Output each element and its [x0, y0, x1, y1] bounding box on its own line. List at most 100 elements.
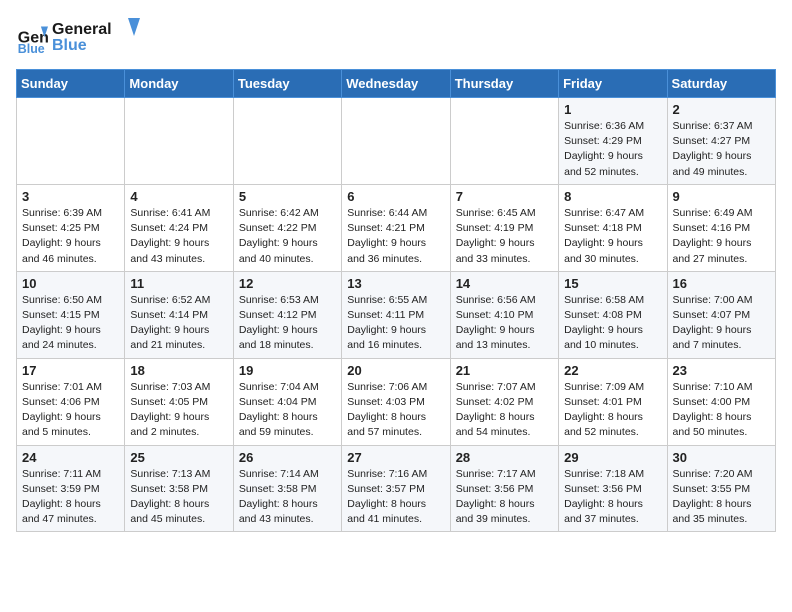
col-header-monday: Monday — [125, 70, 233, 98]
day-cell — [17, 98, 125, 185]
day-cell: 26Sunrise: 7:14 AMSunset: 3:58 PMDayligh… — [233, 445, 341, 532]
day-detail: Sunrise: 7:04 AMSunset: 4:04 PMDaylight:… — [239, 380, 336, 441]
svg-text:Blue: Blue — [52, 37, 87, 54]
day-cell: 24 Sunrise: 7:11 AMSunset: 3:59 PMDayligh… — [17, 445, 125, 532]
day-number: 2 — [673, 102, 770, 117]
day-number: 5 — [239, 189, 336, 204]
week-row-1: 1 Sunrise: 6:36 AMSunset: 4:29 PMDaylight… — [17, 98, 776, 185]
day-cell: 6 Sunrise: 6:44 AMSunset: 4:21 PMDaylight… — [342, 184, 450, 271]
day-number: 20 — [347, 363, 444, 378]
day-cell — [450, 98, 558, 185]
day-detail: Sunrise: 7:11 AMSunset: 3:59 PMDaylight:… — [22, 467, 119, 528]
day-detail: Sunrise: 6:52 AMSunset: 4:14 PMDaylight:… — [130, 293, 227, 354]
day-cell: 14 Sunrise: 6:56 AMSunset: 4:10 PMDayligh… — [450, 271, 558, 358]
day-cell: 18Sunrise: 7:03 AMSunset: 4:05 PMDayligh… — [125, 358, 233, 445]
day-number: 17 — [22, 363, 119, 378]
day-detail: Sunrise: 7:16 AMSunset: 3:57 PMDaylight:… — [347, 467, 444, 528]
day-number: 21 — [456, 363, 553, 378]
day-detail: Sunrise: 7:17 AMSunset: 3:56 PMDaylight:… — [456, 467, 553, 528]
day-cell: 15 Sunrise: 6:58 AMSunset: 4:08 PMDayligh… — [559, 271, 667, 358]
day-detail: Sunrise: 6:45 AMSunset: 4:19 PMDaylight:… — [456, 206, 553, 267]
day-number: 18 — [130, 363, 227, 378]
day-detail: Sunrise: 6:58 AMSunset: 4:08 PMDaylight:… — [564, 293, 661, 354]
calendar-table: SundayMondayTuesdayWednesdayThursdayFrid… — [16, 69, 776, 532]
day-detail: Sunrise: 7:18 AMSunset: 3:56 PMDaylight:… — [564, 467, 661, 528]
day-cell: 27 Sunrise: 7:16 AMSunset: 3:57 PMDayligh… — [342, 445, 450, 532]
day-detail: Sunrise: 7:01 AMSunset: 4:06 PMDaylight:… — [22, 380, 119, 441]
day-detail: Sunrise: 7:06 AMSunset: 4:03 PMDaylight:… — [347, 380, 444, 441]
day-cell: 30Sunrise: 7:20 AMSunset: 3:55 PMDayligh… — [667, 445, 775, 532]
day-cell: 21Sunrise: 7:07 AMSunset: 4:02 PMDayligh… — [450, 358, 558, 445]
logo-icon: General Blue — [16, 23, 48, 55]
day-detail: Sunrise: 6:44 AMSunset: 4:21 PMDaylight:… — [347, 206, 444, 267]
week-row-4: 17 Sunrise: 7:01 AMSunset: 4:06 PMDayligh… — [17, 358, 776, 445]
day-number: 13 — [347, 276, 444, 291]
day-number: 1 — [564, 102, 661, 117]
day-number: 3 — [22, 189, 119, 204]
day-number: 28 — [456, 450, 553, 465]
day-detail: Sunrise: 6:42 AMSunset: 4:22 PMDaylight:… — [239, 206, 336, 267]
day-cell: 2 Sunrise: 6:37 AMSunset: 4:27 PMDaylight… — [667, 98, 775, 185]
day-detail: Sunrise: 6:39 AMSunset: 4:25 PMDaylight:… — [22, 206, 119, 267]
day-detail: Sunrise: 6:36 AMSunset: 4:29 PMDaylight:… — [564, 119, 661, 180]
day-detail: Sunrise: 6:56 AMSunset: 4:10 PMDaylight:… — [456, 293, 553, 354]
logo-svg: General Blue — [52, 16, 142, 56]
day-cell: 9 Sunrise: 6:49 AMSunset: 4:16 PMDaylight… — [667, 184, 775, 271]
day-number: 24 — [22, 450, 119, 465]
day-cell: 12 Sunrise: 6:53 AMSunset: 4:12 PMDayligh… — [233, 271, 341, 358]
day-detail: Sunrise: 7:13 AMSunset: 3:58 PMDaylight:… — [130, 467, 227, 528]
week-row-2: 3 Sunrise: 6:39 AMSunset: 4:25 PMDaylight… — [17, 184, 776, 271]
day-detail: Sunrise: 6:41 AMSunset: 4:24 PMDaylight:… — [130, 206, 227, 267]
day-detail: Sunrise: 7:10 AMSunset: 4:00 PMDaylight:… — [673, 380, 770, 441]
day-number: 25 — [130, 450, 227, 465]
day-cell: 20 Sunrise: 7:06 AMSunset: 4:03 PMDayligh… — [342, 358, 450, 445]
day-cell: 23 Sunrise: 7:10 AMSunset: 4:00 PMDayligh… — [667, 358, 775, 445]
col-header-friday: Friday — [559, 70, 667, 98]
day-cell: 5 Sunrise: 6:42 AMSunset: 4:22 PMDaylight… — [233, 184, 341, 271]
col-header-saturday: Saturday — [667, 70, 775, 98]
day-number: 15 — [564, 276, 661, 291]
day-cell: 25 Sunrise: 7:13 AMSunset: 3:58 PMDayligh… — [125, 445, 233, 532]
day-detail: Sunrise: 6:47 AMSunset: 4:18 PMDaylight:… — [564, 206, 661, 267]
day-cell — [233, 98, 341, 185]
day-cell: 8 Sunrise: 6:47 AMSunset: 4:18 PMDaylight… — [559, 184, 667, 271]
col-header-sunday: Sunday — [17, 70, 125, 98]
day-cell: 22Sunrise: 7:09 AMSunset: 4:01 PMDayligh… — [559, 358, 667, 445]
day-number: 10 — [22, 276, 119, 291]
day-detail: Sunrise: 6:53 AMSunset: 4:12 PMDaylight:… — [239, 293, 336, 354]
day-number: 6 — [347, 189, 444, 204]
day-number: 11 — [130, 276, 227, 291]
day-cell: 16Sunrise: 7:00 AMSunset: 4:07 PMDayligh… — [667, 271, 775, 358]
day-number: 14 — [456, 276, 553, 291]
day-detail: Sunrise: 6:50 AMSunset: 4:15 PMDaylight:… — [22, 293, 119, 354]
day-cell — [125, 98, 233, 185]
day-number: 7 — [456, 189, 553, 204]
day-number: 8 — [564, 189, 661, 204]
day-cell: 19 Sunrise: 7:04 AMSunset: 4:04 PMDayligh… — [233, 358, 341, 445]
day-number: 9 — [673, 189, 770, 204]
col-header-thursday: Thursday — [450, 70, 558, 98]
day-number: 23 — [673, 363, 770, 378]
logo: General Blue General Blue — [16, 16, 142, 61]
day-cell: 17 Sunrise: 7:01 AMSunset: 4:06 PMDayligh… — [17, 358, 125, 445]
col-header-wednesday: Wednesday — [342, 70, 450, 98]
day-number: 29 — [564, 450, 661, 465]
day-detail: Sunrise: 6:55 AMSunset: 4:11 PMDaylight:… — [347, 293, 444, 354]
day-number: 27 — [347, 450, 444, 465]
day-detail: Sunrise: 7:14 AMSunset: 3:58 PMDaylight:… — [239, 467, 336, 528]
day-cell: 29 Sunrise: 7:18 AMSunset: 3:56 PMDayligh… — [559, 445, 667, 532]
day-detail: Sunrise: 6:49 AMSunset: 4:16 PMDaylight:… — [673, 206, 770, 267]
day-cell: 3 Sunrise: 6:39 AMSunset: 4:25 PMDaylight… — [17, 184, 125, 271]
day-number: 16 — [673, 276, 770, 291]
day-cell: 10 Sunrise: 6:50 AMSunset: 4:15 PMDayligh… — [17, 271, 125, 358]
day-cell: 1 Sunrise: 6:36 AMSunset: 4:29 PMDaylight… — [559, 98, 667, 185]
day-cell: 13 Sunrise: 6:55 AMSunset: 4:11 PMDayligh… — [342, 271, 450, 358]
day-detail: Sunrise: 7:20 AMSunset: 3:55 PMDaylight:… — [673, 467, 770, 528]
day-cell: 28 Sunrise: 7:17 AMSunset: 3:56 PMDayligh… — [450, 445, 558, 532]
day-number: 12 — [239, 276, 336, 291]
svg-text:Blue: Blue — [18, 42, 45, 55]
day-number: 19 — [239, 363, 336, 378]
day-detail: Sunrise: 6:37 AMSunset: 4:27 PMDaylight:… — [673, 119, 770, 180]
day-cell: 11 Sunrise: 6:52 AMSunset: 4:14 PMDayligh… — [125, 271, 233, 358]
day-cell: 7 Sunrise: 6:45 AMSunset: 4:19 PMDaylight… — [450, 184, 558, 271]
